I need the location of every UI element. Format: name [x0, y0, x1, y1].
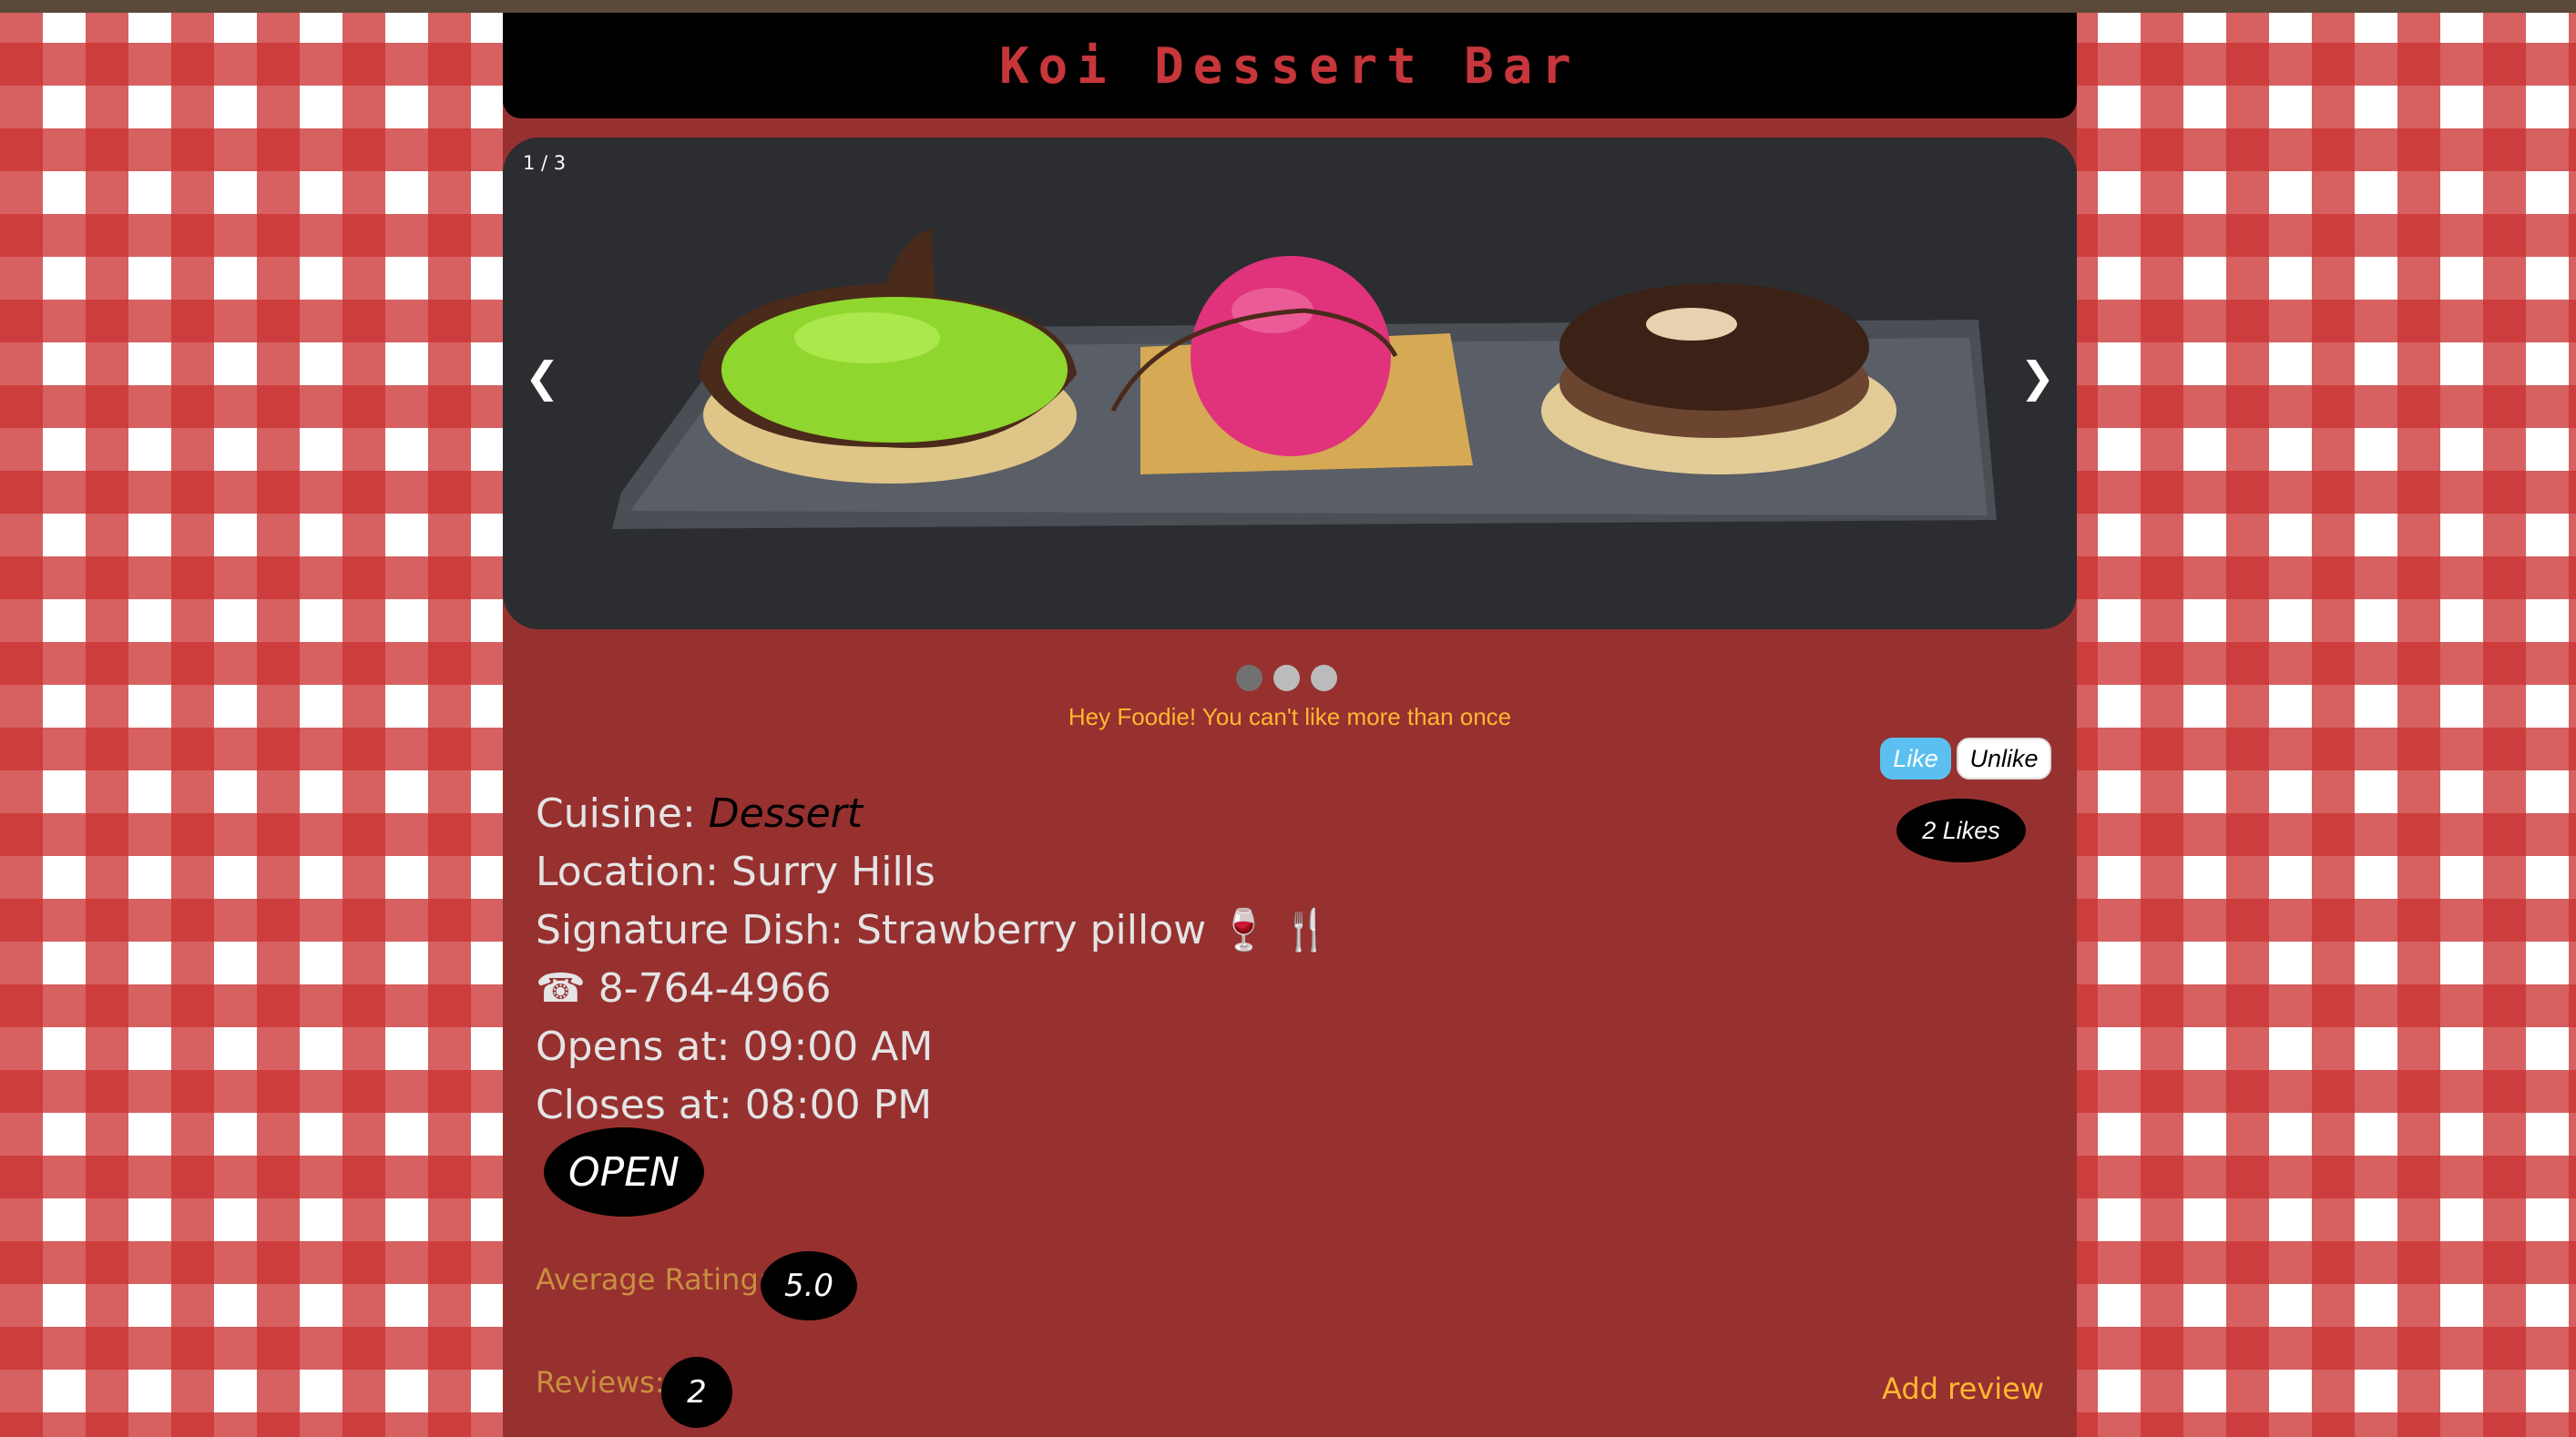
reviews-count-badge: 2	[661, 1357, 732, 1428]
cuisine-label: Cuisine:	[536, 790, 696, 837]
open-status-badge: OPEN	[544, 1127, 704, 1217]
page-header: Koi Dessert Bar	[503, 13, 2077, 118]
cuisine-line: Cuisine: Dessert	[536, 785, 1332, 843]
signature-dish-line: Signature Dish: Strawberry pillow 🍷 🍴	[536, 907, 1332, 953]
like-button[interactable]: Like	[1880, 738, 1951, 780]
image-carousel: 1 / 3 ❮ ❯	[503, 138, 2077, 629]
page-title: Koi Dessert Bar	[999, 36, 1580, 95]
likes-count-badge: 2 Likes	[1896, 799, 2026, 862]
restaurant-panel: Koi Dessert Bar 1 / 3 ❮ ❯ Hey Foodie! Yo…	[503, 13, 2077, 1437]
average-rating-label: Average Rating:	[536, 1262, 769, 1297]
like-notice: Hey Foodie! You can't like more than onc…	[1068, 703, 1512, 730]
add-review-link[interactable]: Add review	[1882, 1371, 2044, 1406]
previous-slide-button[interactable]: ❮	[525, 356, 560, 398]
average-rating-badge: 5.0	[761, 1251, 857, 1320]
carousel-dot-3[interactable]	[1311, 665, 1337, 691]
opening-time: Opens at: 09:00 AM	[536, 1024, 934, 1070]
restaurant-info: Cuisine: Dessert Location: Surry Hills S…	[536, 785, 1332, 1135]
carousel-dot-2[interactable]	[1273, 665, 1300, 691]
phone-line: ☎ 8-764-4966	[536, 965, 832, 1012]
unlike-button[interactable]: Unlike	[1957, 738, 2051, 780]
reviews-label: Reviews:	[536, 1365, 665, 1400]
location-line: Location: Surry Hills	[536, 849, 935, 895]
top-border	[0, 0, 2576, 13]
slide-counter: 1 / 3	[523, 152, 567, 174]
carousel-slide-image	[503, 138, 2077, 629]
carousel-dot-1[interactable]	[1236, 665, 1262, 691]
closing-time: Closes at: 08:00 PM	[536, 1082, 933, 1128]
carousel-dots	[1236, 665, 1337, 691]
next-slide-button[interactable]: ❯	[2019, 356, 2055, 398]
cuisine-value: Dessert	[708, 790, 863, 837]
